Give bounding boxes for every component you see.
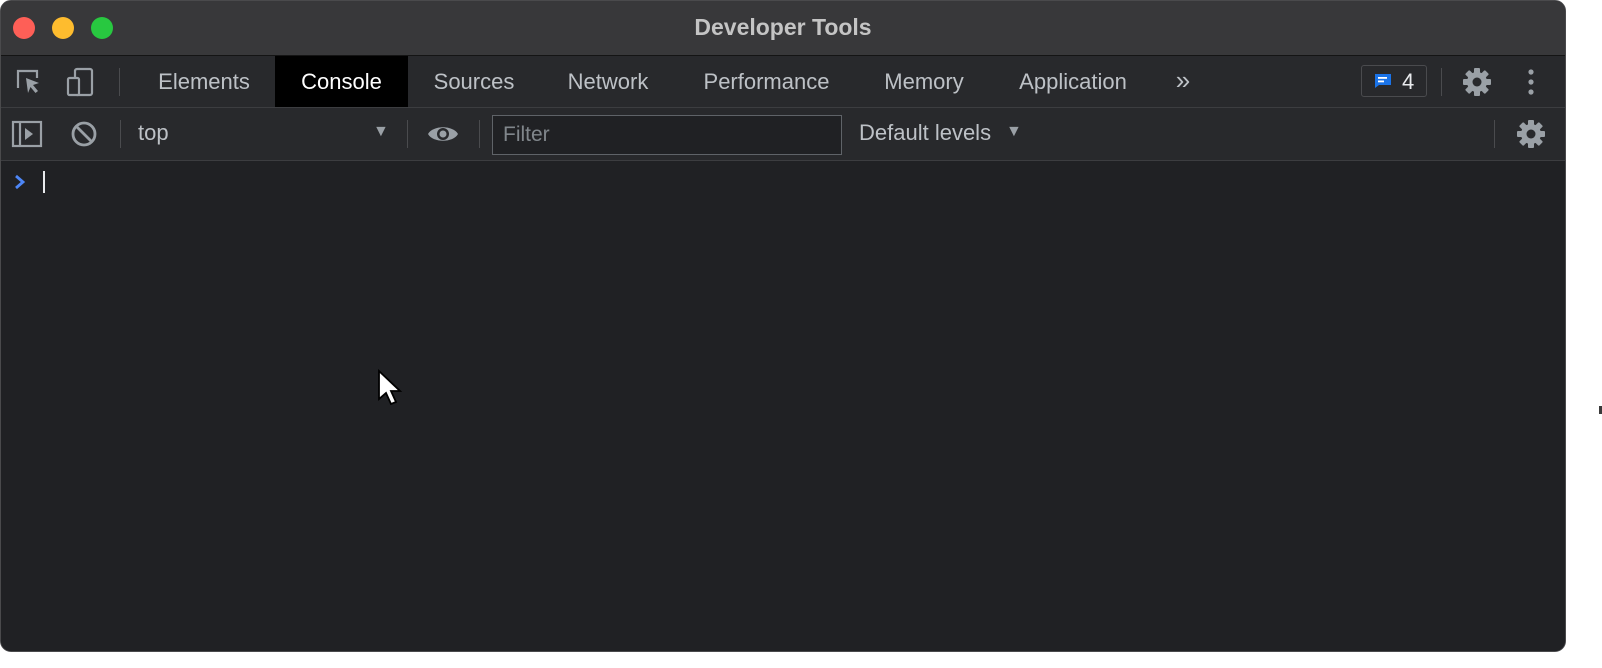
chevron-down-icon[interactable]: ▼: [1006, 123, 1022, 141]
tab-sources[interactable]: Sources: [408, 56, 540, 107]
filter-input[interactable]: [492, 115, 842, 155]
prompt-chevron-icon: [15, 174, 26, 190]
toolbar-divider: [407, 120, 408, 148]
window-title: Developer Tools: [694, 14, 872, 40]
tab-network[interactable]: Network: [540, 56, 676, 107]
toolbar-divider: [1441, 68, 1442, 96]
issues-badge[interactable]: 4: [1361, 65, 1427, 97]
toolbar-divider: [119, 68, 120, 96]
console-toolbar: top ▼ Default levels ▼: [1, 108, 1565, 161]
kebab-menu-icon[interactable]: [1515, 66, 1547, 98]
chevron-double-right-icon[interactable]: »: [1169, 56, 1197, 107]
toolbar-divider: [1494, 120, 1495, 148]
tab-memory[interactable]: Memory: [857, 56, 991, 107]
context-select[interactable]: top: [138, 120, 169, 146]
devtools-window: Developer Tools Elements Console Sources…: [0, 0, 1566, 652]
tab-console[interactable]: Console: [275, 56, 408, 107]
tab-application[interactable]: Application: [991, 56, 1155, 107]
gear-icon[interactable]: [1515, 118, 1547, 150]
console-input-caret[interactable]: [43, 171, 45, 193]
issues-count: 4: [1402, 69, 1415, 94]
chevron-down-icon[interactable]: ▼: [373, 123, 389, 141]
device-toolbar-icon[interactable]: [65, 66, 97, 98]
message-icon: [1375, 74, 1391, 88]
console-output[interactable]: [1, 161, 1565, 651]
main-toolbar: Elements Console Sources Network Perform…: [1, 56, 1565, 108]
tab-performance[interactable]: Performance: [676, 56, 857, 107]
toolbar-divider: [479, 120, 480, 148]
eye-icon[interactable]: [427, 118, 459, 150]
toolbar-divider: [120, 120, 121, 148]
tab-elements[interactable]: Elements: [133, 56, 275, 107]
clear-console-icon[interactable]: [68, 118, 100, 150]
gear-icon[interactable]: [1461, 66, 1493, 98]
title-bar: Developer Tools: [1, 1, 1565, 56]
inspect-element-icon[interactable]: [13, 66, 45, 98]
log-levels-dropdown[interactable]: Default levels: [859, 120, 991, 146]
show-sidebar-icon[interactable]: [11, 118, 43, 150]
mouse-pointer-icon: [378, 369, 403, 406]
